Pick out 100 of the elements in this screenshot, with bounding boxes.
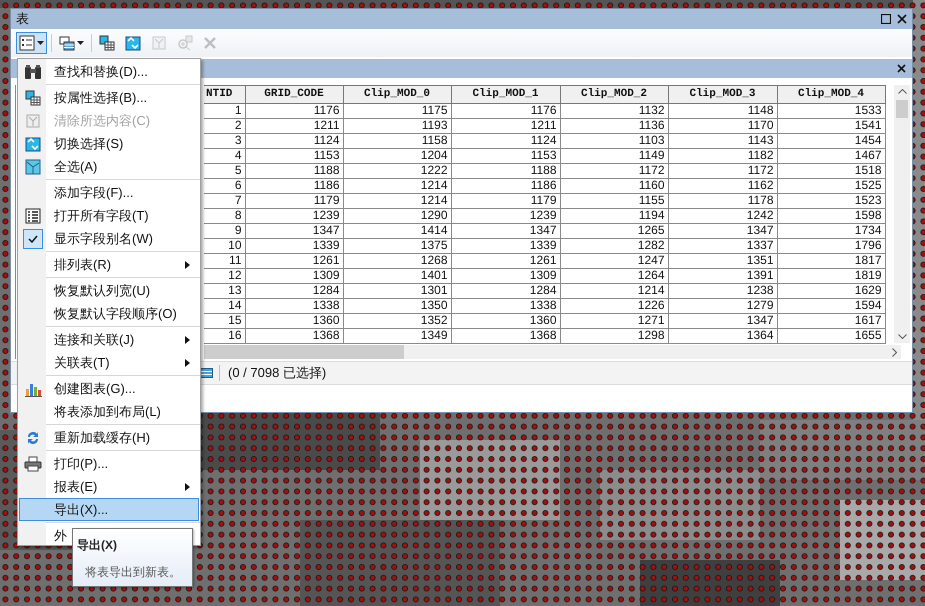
menu-item[interactable]: 按属性选择(B)... (19, 86, 199, 109)
table-cell: 1 (204, 103, 245, 118)
table-cell: 1364 (668, 328, 777, 343)
column-header[interactable]: Clip_MOD_4 (777, 86, 885, 103)
table-cell: 1214 (560, 283, 668, 298)
table-cell: 1170 (668, 118, 777, 133)
table-cell: 1338 (451, 298, 560, 313)
table-cell: 1375 (343, 238, 451, 253)
column-header[interactable]: Clip_MOD_1 (451, 86, 560, 103)
scroll-down-icon[interactable] (898, 334, 907, 339)
table-cell: 1301 (343, 283, 451, 298)
menu-item[interactable]: 打开所有字段(T) (19, 204, 199, 227)
column-header[interactable]: Clip_MOD_2 (560, 86, 668, 103)
table-cell: 1239 (451, 208, 560, 223)
table-cell: 1391 (668, 268, 777, 283)
table-cell: 1467 (777, 148, 885, 163)
table-cell: 1182 (668, 148, 777, 163)
menu-item[interactable]: 切换选择(S) (19, 132, 199, 155)
scrollbar-thumb[interactable] (896, 100, 908, 118)
table-cell: 1158 (343, 133, 451, 148)
table-cell: 1351 (668, 253, 777, 268)
table-cell: 1178 (668, 193, 777, 208)
menu-item[interactable]: 导出(X)... (19, 498, 199, 521)
column-header[interactable]: Clip_MOD_3 (668, 86, 777, 103)
maximize-icon[interactable] (881, 14, 891, 24)
scroll-up-icon[interactable] (898, 89, 907, 94)
column-header[interactable]: NTID (204, 86, 245, 103)
column-header[interactable]: Clip_MOD_0 (343, 86, 451, 103)
menu-item[interactable]: 排列表(R) (19, 253, 199, 276)
close-icon[interactable] (897, 14, 907, 24)
table-cell: 1533 (777, 103, 885, 118)
table-cell: 7 (204, 193, 245, 208)
table-cell: 1734 (777, 223, 885, 238)
table-cell: 1176 (245, 103, 343, 118)
menu-item[interactable]: 连接和关联(J) (19, 328, 199, 351)
table-cell: 1162 (668, 178, 777, 193)
menu-item[interactable]: 报表(E) (19, 475, 199, 498)
related-tables-icon (59, 35, 75, 51)
table-cell: 1176 (451, 103, 560, 118)
close-icon[interactable] (897, 64, 906, 73)
table-cell: 1617 (777, 313, 885, 328)
table-cell: 1186 (245, 178, 343, 193)
table-cell: 1368 (451, 328, 560, 343)
table-cell: 1368 (245, 328, 343, 343)
table-cell: 1175 (343, 103, 451, 118)
menu-item[interactable]: 重新加载缓存(H) (19, 426, 199, 449)
menu-item[interactable]: 将表添加到布局(L) (19, 400, 199, 423)
table-view-icon[interactable] (200, 368, 213, 378)
menu-item[interactable]: 添加字段(F)... (19, 181, 199, 204)
menu-item[interactable]: 创建图表(G)... (19, 377, 199, 400)
table-cell: 1136 (560, 118, 668, 133)
delete-icon (203, 36, 217, 50)
scroll-right-icon[interactable] (892, 348, 897, 356)
menu-item[interactable]: 显示字段别名(W) (19, 227, 199, 250)
table-cell: 1160 (560, 178, 668, 193)
table-cell: 1352 (343, 313, 451, 328)
caret-icon (37, 41, 44, 45)
table-cell: 1124 (245, 133, 343, 148)
table-cell: 12 (204, 268, 245, 283)
table-cell: 1193 (343, 118, 451, 133)
menu-item[interactable]: 外 (19, 524, 71, 545)
table-cell: 1186 (451, 178, 560, 193)
column-header[interactable]: GRID_CODE (245, 86, 343, 103)
menu-item[interactable]: 查找和替换(D)... (19, 60, 199, 83)
menu-item[interactable]: 打印(P)... (19, 452, 199, 475)
table-cell: 1401 (343, 268, 451, 283)
table-cell: 1360 (245, 313, 343, 328)
table-cell: 1454 (777, 133, 885, 148)
scrollbar-thumb[interactable] (204, 345, 404, 359)
table-cell: 1214 (343, 193, 451, 208)
table-cell: 1188 (451, 163, 560, 178)
table-cell: 1211 (245, 118, 343, 133)
selection-count: (0 / 7098 已选择) (228, 364, 326, 382)
table-cell: 1268 (343, 253, 451, 268)
submenu-arrow-icon (185, 261, 190, 269)
vertical-scrollbar[interactable] (894, 85, 910, 343)
table-cell: 1155 (560, 193, 668, 208)
table-cell: 1339 (451, 238, 560, 253)
clear-selection-icon (151, 35, 167, 51)
table-cell: 1629 (777, 283, 885, 298)
table-cell: 1103 (560, 133, 668, 148)
table-cell: 1247 (560, 253, 668, 268)
menu-item[interactable]: 恢复默认字段顺序(O) (19, 302, 199, 325)
table-cell: 1414 (343, 223, 451, 238)
table-cell: 13 (204, 283, 245, 298)
table-cell: 1518 (777, 163, 885, 178)
table-cell: 1284 (245, 283, 343, 298)
horizontal-scrollbar[interactable] (204, 345, 901, 359)
menu-item[interactable]: 恢复默认列宽(U) (19, 279, 199, 302)
menu-item[interactable]: 关联表(T) (19, 351, 199, 374)
table-cell: 1143 (668, 133, 777, 148)
table-options-button[interactable] (16, 32, 47, 54)
table-cell: 5 (204, 163, 245, 178)
table-cell: 16 (204, 328, 245, 343)
table-cell: 15 (204, 313, 245, 328)
menu-item[interactable]: 全选(A) (19, 155, 199, 178)
table-cell: 1211 (451, 118, 560, 133)
table-cell: 1214 (343, 178, 451, 193)
printer-icon (24, 456, 42, 472)
table-cell: 1349 (343, 328, 451, 343)
